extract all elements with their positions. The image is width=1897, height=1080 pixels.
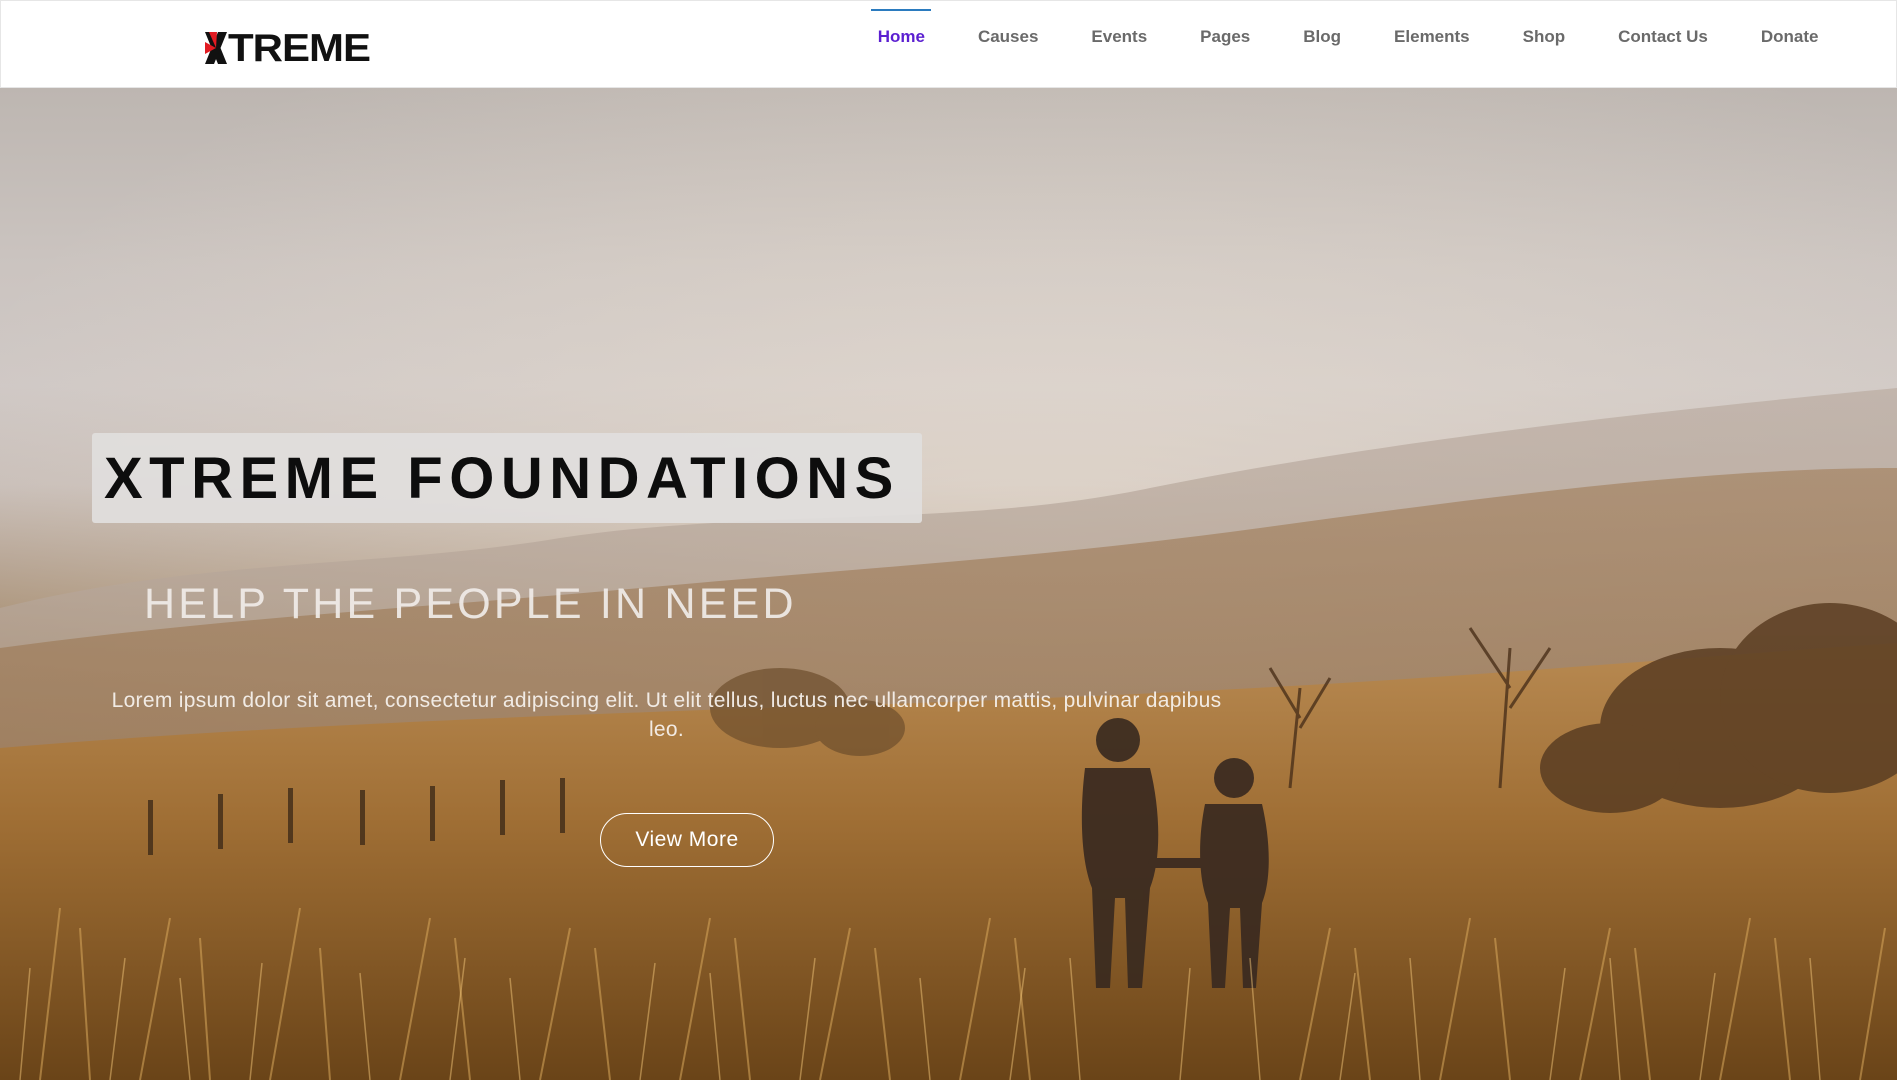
nav-item-contact-us[interactable]: Contact Us xyxy=(1592,0,1735,81)
nav-item-blog[interactable]: Blog xyxy=(1277,0,1368,81)
nav-item-home[interactable]: Home xyxy=(851,0,951,81)
hero-description: Lorem ipsum dolor sit amet, consectetur … xyxy=(111,689,1222,741)
site-logo[interactable]: TREME xyxy=(205,25,371,70)
view-more-button[interactable]: View More xyxy=(600,813,774,867)
nav-item-shop[interactable]: Shop xyxy=(1496,0,1592,81)
page: TREME Home Causes Events Pages Blog Elem… xyxy=(0,0,1897,1080)
nav-item-elements[interactable]: Elements xyxy=(1368,0,1497,81)
logo-x-icon xyxy=(205,32,227,64)
main-nav: Home Causes Events Pages Blog Elements S… xyxy=(851,1,1896,89)
nav-item-pages[interactable]: Pages xyxy=(1174,0,1277,81)
logo-text: TREME xyxy=(228,25,371,70)
site-header: TREME Home Causes Events Pages Blog Elem… xyxy=(0,0,1897,88)
hero-title-box: XTREME FOUNDATIONS xyxy=(92,433,922,523)
hero-section: XTREME FOUNDATIONS HELP THE PEOPLE IN NE… xyxy=(0,88,1897,1080)
hero-subtitle: HELP THE PEOPLE IN NEED xyxy=(144,580,797,628)
nav-item-causes[interactable]: Causes xyxy=(951,0,1064,81)
nav-item-events[interactable]: Events xyxy=(1065,0,1174,81)
hero-title: XTREME FOUNDATIONS xyxy=(104,445,900,511)
nav-item-donate[interactable]: Donate xyxy=(1734,0,1845,81)
